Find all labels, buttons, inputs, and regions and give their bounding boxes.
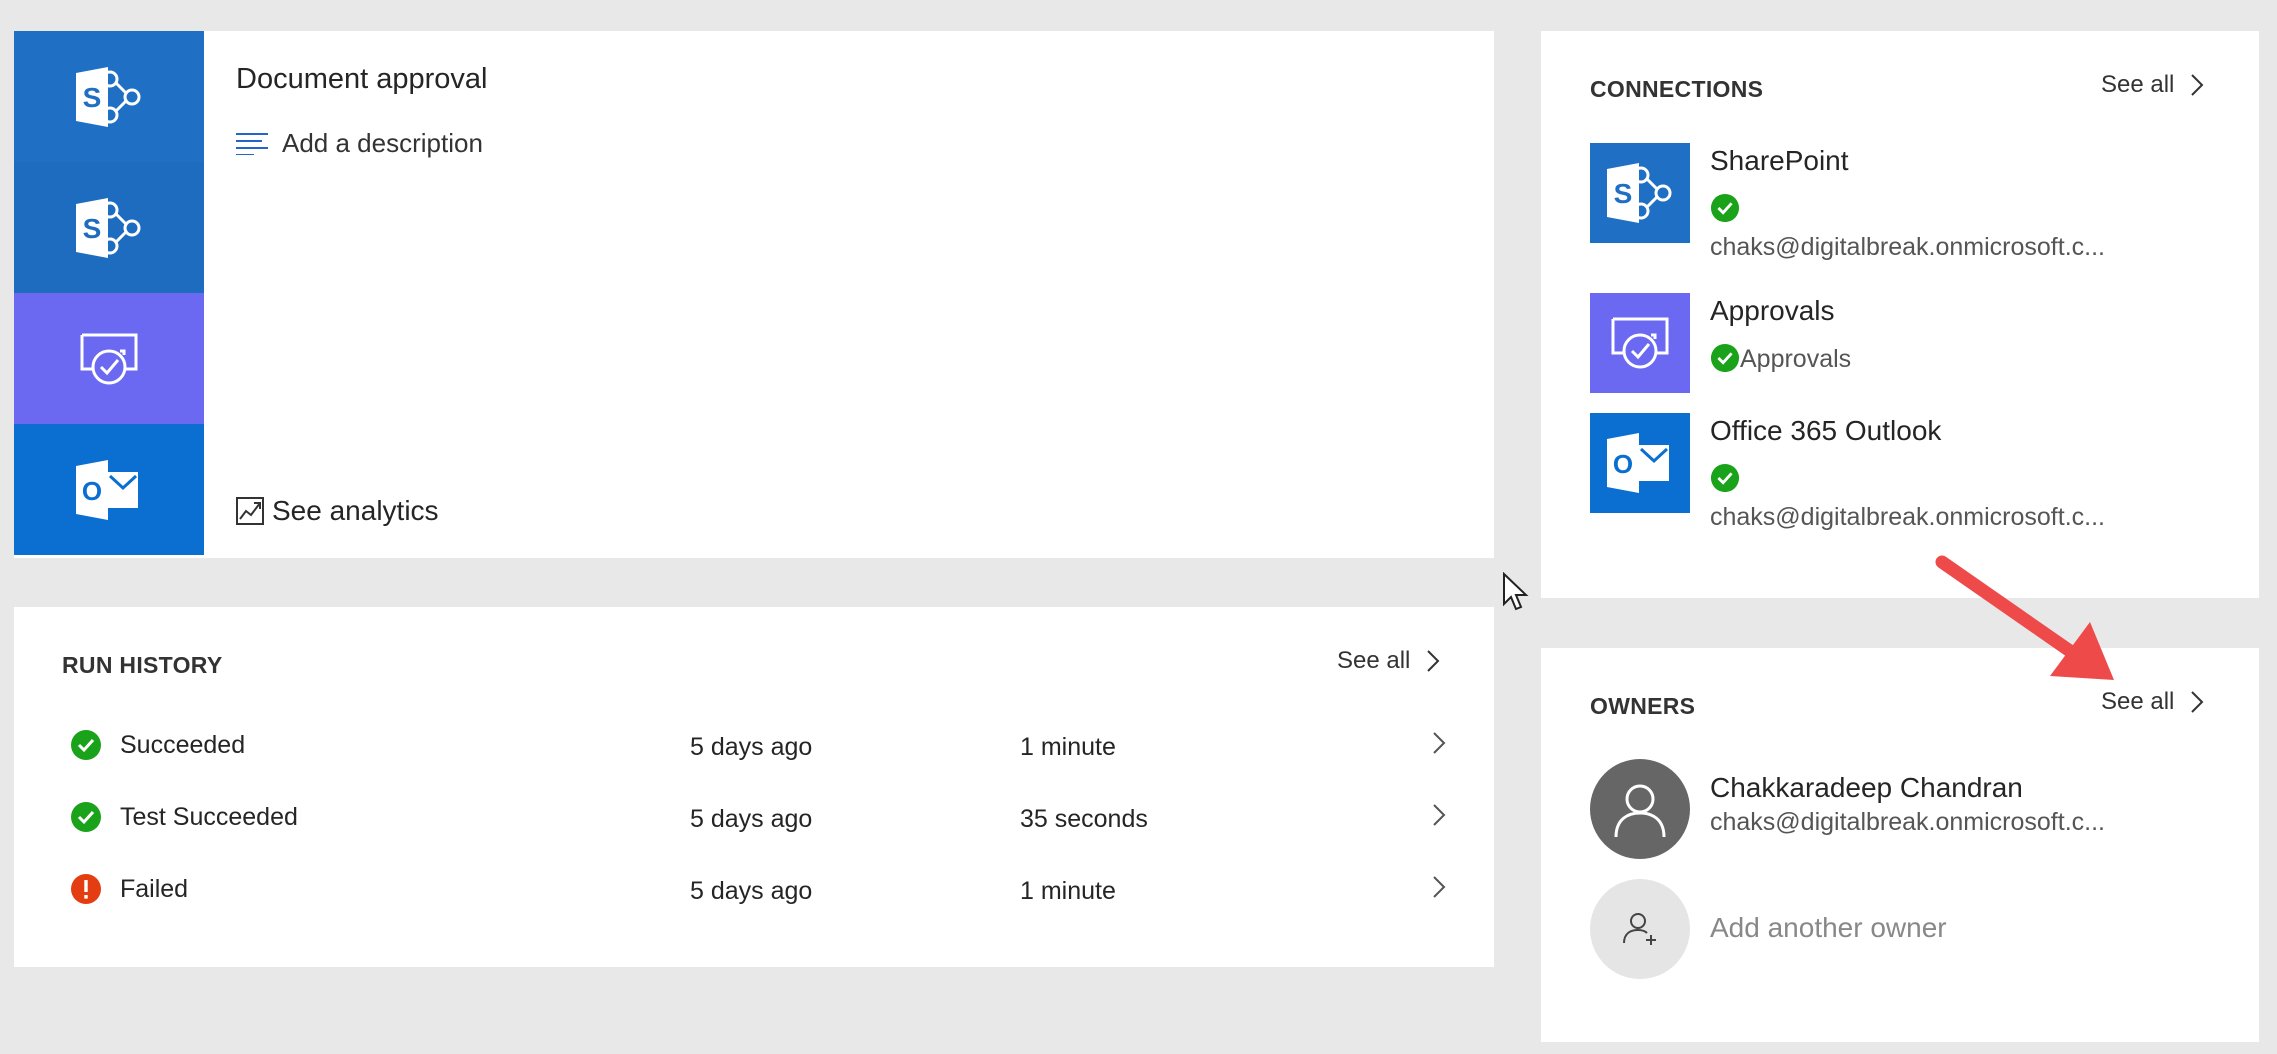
connections-see-all-button[interactable]: See all	[2101, 71, 2204, 99]
owner-avatar	[1590, 759, 1690, 859]
owners-see-all-button[interactable]: See all	[2101, 688, 2204, 716]
strip-tile-sharepoint-2: S	[14, 162, 204, 293]
run-status: Test Succeeded	[120, 803, 298, 831]
strip-tile-approvals	[14, 293, 204, 424]
run-history-title: RUN HISTORY	[62, 652, 223, 678]
run-status: Failed	[120, 875, 189, 903]
approvals-icon	[1611, 317, 1669, 369]
connection-name: SharePoint	[1710, 145, 1849, 176]
run-duration: 35 seconds	[1020, 805, 1148, 833]
sharepoint-icon: S	[76, 66, 141, 127]
success-check-icon	[1710, 193, 1740, 223]
svg-text:S: S	[83, 82, 102, 113]
person-icon	[1614, 784, 1666, 838]
mouse-cursor-icon	[1503, 572, 1529, 611]
run-duration: 1 minute	[1020, 877, 1116, 905]
outlook-icon: O	[76, 459, 138, 520]
success-check-icon	[71, 802, 101, 832]
flow-card: S S O Document approval Add a descriptio…	[14, 31, 1494, 558]
success-check-icon	[71, 730, 101, 760]
svg-text:S: S	[83, 213, 102, 244]
strip-tile-sharepoint-1: S	[14, 31, 204, 162]
strip-tile-outlook: O	[14, 424, 204, 555]
see-all-label: See all	[2101, 71, 2175, 98]
approvals-icon	[80, 333, 138, 384]
flow-title: Document approval	[236, 63, 488, 95]
connection-name: Office 365 Outlook	[1710, 415, 1942, 446]
chevron-right-icon	[1433, 804, 1446, 826]
connection-account: Approvals	[1740, 345, 1852, 373]
connection-item-approvals[interactable]: Approvals Approvals	[1590, 293, 2230, 393]
success-check-icon	[1710, 343, 1740, 373]
chevron-right-icon	[2191, 691, 2204, 713]
svg-text:O: O	[82, 476, 102, 506]
connections-title: CONNECTIONS	[1590, 76, 1764, 102]
run-history-card: RUN HISTORY See all Succeeded 5 days ago…	[14, 607, 1494, 967]
run-time: 5 days ago	[690, 877, 813, 905]
see-analytics-label: See analytics	[272, 495, 439, 526]
svg-text:S: S	[1614, 178, 1633, 209]
run-time: 5 days ago	[690, 733, 813, 761]
svg-text:O: O	[1613, 449, 1633, 479]
run-status: Succeeded	[120, 731, 246, 759]
connection-name: Approvals	[1710, 295, 1835, 326]
sharepoint-icon: S	[1607, 163, 1672, 223]
success-check-icon	[1710, 463, 1740, 493]
add-description-link[interactable]: Add a description	[236, 123, 483, 163]
chevron-right-icon	[1433, 876, 1446, 898]
owners-card: OWNERS See all Chakkaradeep Chandran cha…	[1541, 648, 2259, 1042]
connections-card: CONNECTIONS See all S SharePoint chaks@d…	[1541, 31, 2259, 598]
flow-connector-strip: S S O	[14, 31, 204, 558]
description-lines-icon	[236, 133, 268, 155]
analytics-chart-icon	[236, 497, 264, 525]
see-all-label: See all	[1337, 647, 1411, 674]
add-person-icon	[1623, 913, 1656, 945]
annotation-arrow-icon	[1935, 555, 2114, 680]
sharepoint-icon: S	[76, 197, 141, 258]
owners-title: OWNERS	[1590, 693, 1696, 719]
connection-tile: O	[1590, 413, 1690, 513]
run-history-row[interactable]: Failed 5 days ago 1 minute	[14, 859, 1494, 919]
failed-exclamation-icon	[71, 874, 101, 904]
run-history-see-all-button[interactable]: See all	[1337, 647, 1440, 675]
chevron-right-icon	[1427, 650, 1440, 672]
add-another-owner-link[interactable]: Add another owner	[1710, 912, 1947, 944]
connection-item-outlook[interactable]: O Office 365 Outlook chaks@digitalbreak.…	[1590, 413, 2230, 531]
owner-email: chaks@digitalbreak.onmicrosoft.c...	[1710, 808, 2105, 836]
connection-account: chaks@digitalbreak.onmicrosoft.c...	[1710, 233, 2105, 261]
chevron-right-icon	[2191, 74, 2204, 96]
see-analytics-link[interactable]: See analytics	[236, 491, 439, 531]
see-all-label: See all	[2101, 688, 2175, 715]
connection-account: chaks@digitalbreak.onmicrosoft.c...	[1710, 503, 2105, 531]
owner-name: Chakkaradeep Chandran	[1710, 772, 2023, 803]
run-history-row[interactable]: Succeeded 5 days ago 1 minute	[14, 715, 1494, 775]
run-duration: 1 minute	[1020, 733, 1116, 761]
chevron-right-icon	[1433, 732, 1446, 754]
outlook-icon: O	[1607, 433, 1669, 493]
add-owner-avatar-button[interactable]	[1590, 879, 1690, 979]
connection-item-sharepoint[interactable]: S SharePoint chaks@digitalbreak.onmicros…	[1590, 143, 2230, 261]
run-history-row[interactable]: Test Succeeded 5 days ago 35 seconds	[14, 787, 1494, 847]
run-time: 5 days ago	[690, 805, 813, 833]
connection-tile: S	[1590, 143, 1690, 243]
add-description-label: Add a description	[282, 127, 483, 158]
connection-tile	[1590, 293, 1690, 393]
